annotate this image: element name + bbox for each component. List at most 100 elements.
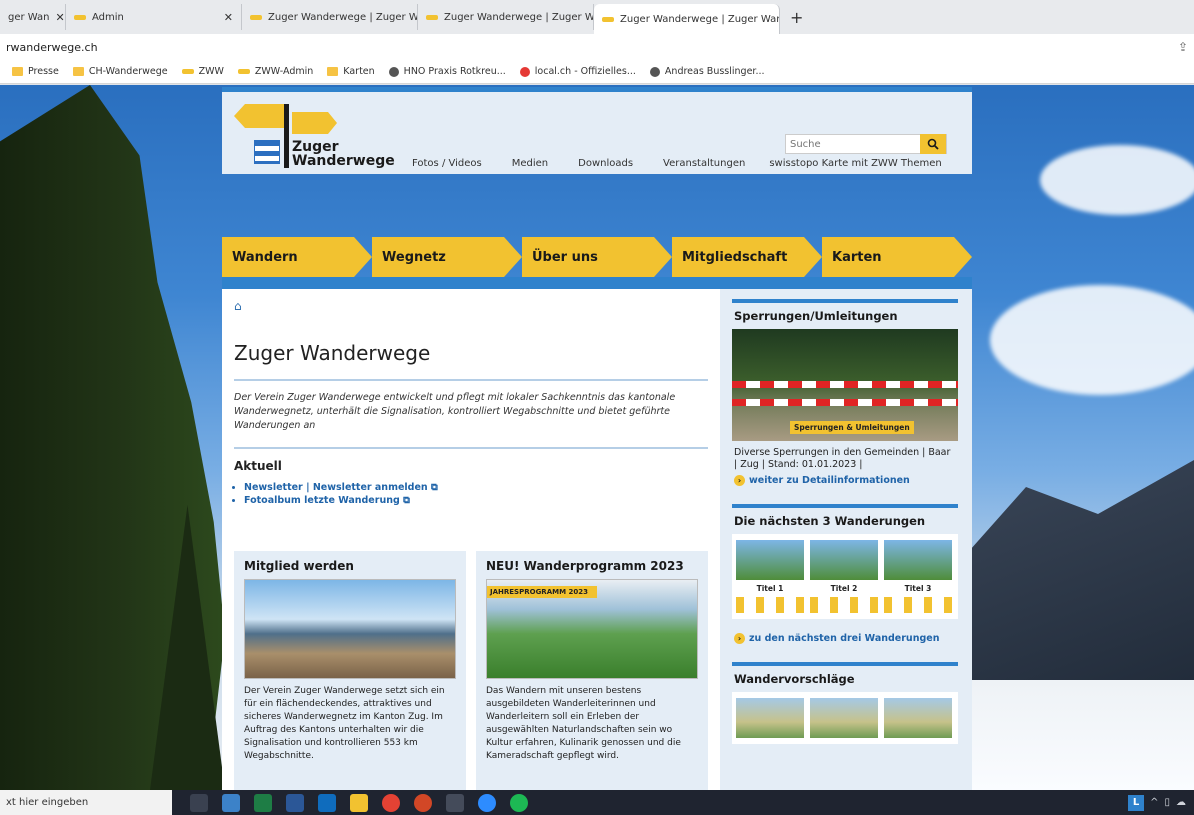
top-nav-downloads[interactable]: Downloads [578, 158, 633, 169]
powerpoint-icon[interactable] [414, 793, 432, 812]
sperrungen-text: Diverse Sperrungen in den Gemeinden | Ba… [732, 441, 958, 473]
tab-3[interactable]: Zuger Wanderwege | Zuger Wan ✕ [242, 4, 418, 30]
tab-1-label: ger Wan [8, 11, 50, 23]
calculator-icon[interactable] [222, 793, 240, 812]
tab-5-label: Zuger Wanderwege | Zuger Wan [620, 13, 780, 25]
photo-album-link[interactable]: Fotoalbum letzte Wanderung [244, 495, 400, 506]
chevron-right-icon: › [734, 633, 745, 644]
program-banner: JAHRESPROGRAMM 2023 [487, 586, 597, 598]
hike-photo: JAHRESPROGRAMM 2023 [486, 579, 698, 679]
chrome-icon[interactable] [382, 793, 400, 812]
newsletter-signup-link[interactable]: Newsletter anmelden [313, 482, 428, 493]
hike-info-icons [736, 597, 804, 613]
main-nav-wandern[interactable]: Wandern [222, 237, 372, 277]
chevron-up-icon[interactable]: ^ [1150, 797, 1158, 808]
address-bar[interactable]: rwanderwege.ch ⇪ [0, 34, 1194, 60]
main-nav-mitgliedschaft[interactable]: Mitgliedschaft [672, 237, 822, 277]
more-link-label: weiter zu Detailinformationen [749, 475, 910, 486]
card-wanderprogramm[interactable]: NEU! Wanderprogramm 2023 JAHRESPROGRAMM … [476, 551, 708, 790]
taskbar-search[interactable]: xt hier eingeben [0, 790, 172, 815]
hike-info-icons [884, 597, 952, 613]
word-icon[interactable] [286, 793, 304, 812]
bookmark-hno[interactable]: HNO Praxis Rotkreu... [388, 66, 506, 77]
save-icon[interactable] [446, 793, 464, 812]
hike-title: Titel 2 [830, 584, 858, 593]
taskbar-apps [190, 793, 528, 812]
suggestion-thumbnail [736, 698, 804, 738]
hike-info-icons [810, 597, 878, 613]
next-hikes-grid[interactable]: Titel 1 Titel 2 Titel 3 [732, 534, 958, 619]
logo-text-line2: Wanderwege [292, 153, 395, 169]
bookmark-ch-wanderwege[interactable]: CH-Wanderwege [72, 66, 168, 77]
search-box [785, 134, 947, 154]
separator: | [306, 482, 310, 493]
share-icon[interactable]: ⇪ [1178, 40, 1188, 54]
close-icon[interactable]: ✕ [224, 11, 233, 24]
outlook-icon[interactable] [318, 793, 336, 812]
url-text[interactable]: rwanderwege.ch [6, 41, 98, 54]
folder-icon [72, 67, 84, 76]
tab-5-active[interactable]: Zuger Wanderwege | Zuger Wan ✕ [594, 4, 780, 34]
box-next-hikes: Die nächsten 3 Wanderungen Titel 1 Titel… [732, 504, 958, 650]
tray-app-icon[interactable]: L [1128, 794, 1145, 811]
file-explorer-icon[interactable] [350, 793, 368, 812]
bookmark-andreas[interactable]: Andreas Busslinger... [649, 66, 765, 77]
logo-text: Zuger Wanderwege [292, 140, 395, 168]
spotify-icon[interactable] [510, 793, 528, 812]
hike-thumbnail [810, 540, 878, 580]
main-nav-wegnetz[interactable]: Wegnetz [372, 237, 522, 277]
search-input[interactable] [786, 135, 920, 153]
tab-favicon-icon [250, 14, 262, 20]
box-title: Sperrungen/Umleitungen [732, 303, 958, 329]
main-nav-ueber-uns[interactable]: Über uns [522, 237, 672, 277]
next-hikes-more-link[interactable]: › zu den nächsten drei Wanderungen [732, 619, 958, 650]
new-tab-button[interactable]: + [780, 8, 813, 27]
tab-1[interactable]: ger Wan ✕ [0, 4, 66, 30]
tab-4[interactable]: Zuger Wanderwege | Zuger Wan ✕ [418, 4, 594, 30]
search-icon [927, 138, 939, 150]
next-hike-item: Titel 2 [810, 540, 878, 613]
bookmark-zww[interactable]: ZWW [181, 66, 224, 77]
external-link-icon: ⧉ [431, 482, 438, 493]
bookmark-zww-admin[interactable]: ZWW-Admin [237, 66, 313, 77]
bookmarks-bar: Presse CH-Wanderwege ZWW ZWW-Admin Karte… [0, 60, 1194, 84]
card-mitglied[interactable]: Mitglied werden Der Verein Zuger Wanderw… [234, 551, 466, 790]
suggestions-grid[interactable] [732, 692, 958, 744]
network-icon[interactable]: ☁ [1176, 797, 1186, 808]
task-view-icon[interactable] [190, 793, 208, 812]
bookmark-karten[interactable]: Karten [327, 66, 375, 77]
favicon-icon [519, 66, 530, 77]
box-title: Wandervorschläge [732, 666, 958, 692]
barrier-stripe [732, 399, 958, 406]
bookmark-presse[interactable]: Presse [12, 66, 59, 77]
aktuell-links: Newsletter | Newsletter anmelden ⧉ Fotoa… [234, 481, 708, 507]
favicon-icon [649, 66, 660, 77]
top-nav-fotos[interactable]: Fotos / Videos [412, 158, 482, 169]
page-title: Zuger Wanderwege [234, 341, 431, 365]
sperrungen-more-link[interactable]: › weiter zu Detailinformationen [732, 473, 958, 492]
home-icon[interactable]: ⌂ [234, 299, 708, 313]
search-button[interactable] [920, 134, 946, 154]
next-hike-item: Titel 3 [884, 540, 952, 613]
bookmark-label: Karten [343, 66, 375, 77]
bookmark-label: Presse [28, 66, 59, 77]
sperrungen-photo[interactable]: Sperrungen & Umleitungen [732, 329, 958, 441]
tab-2[interactable]: Admin ✕ [66, 4, 242, 30]
top-nav-medien[interactable]: Medien [512, 158, 548, 169]
folder-icon [327, 67, 339, 76]
logo-pole [284, 104, 289, 168]
tab-favicon-icon [74, 14, 86, 20]
teamviewer-icon[interactable] [478, 793, 496, 812]
main-nav-karten[interactable]: Karten [822, 237, 972, 277]
top-nav-swisstopo[interactable]: swisstopo Karte mit ZWW Themen [769, 158, 941, 169]
site-logo[interactable]: Zuger Wanderwege [234, 104, 404, 168]
top-nav-veranstaltungen[interactable]: Veranstaltungen [663, 158, 745, 169]
close-icon[interactable]: ✕ [56, 11, 65, 24]
excel-icon[interactable] [254, 793, 272, 812]
newsletter-link[interactable]: Newsletter [244, 482, 303, 493]
aktuell-heading: Aktuell [234, 459, 282, 473]
battery-icon[interactable]: ▯ [1164, 797, 1170, 808]
bookmark-localch[interactable]: local.ch - Offizielles... [519, 66, 636, 77]
tab-2-label: Admin [92, 11, 124, 23]
bookmark-label: CH-Wanderwege [88, 66, 168, 77]
